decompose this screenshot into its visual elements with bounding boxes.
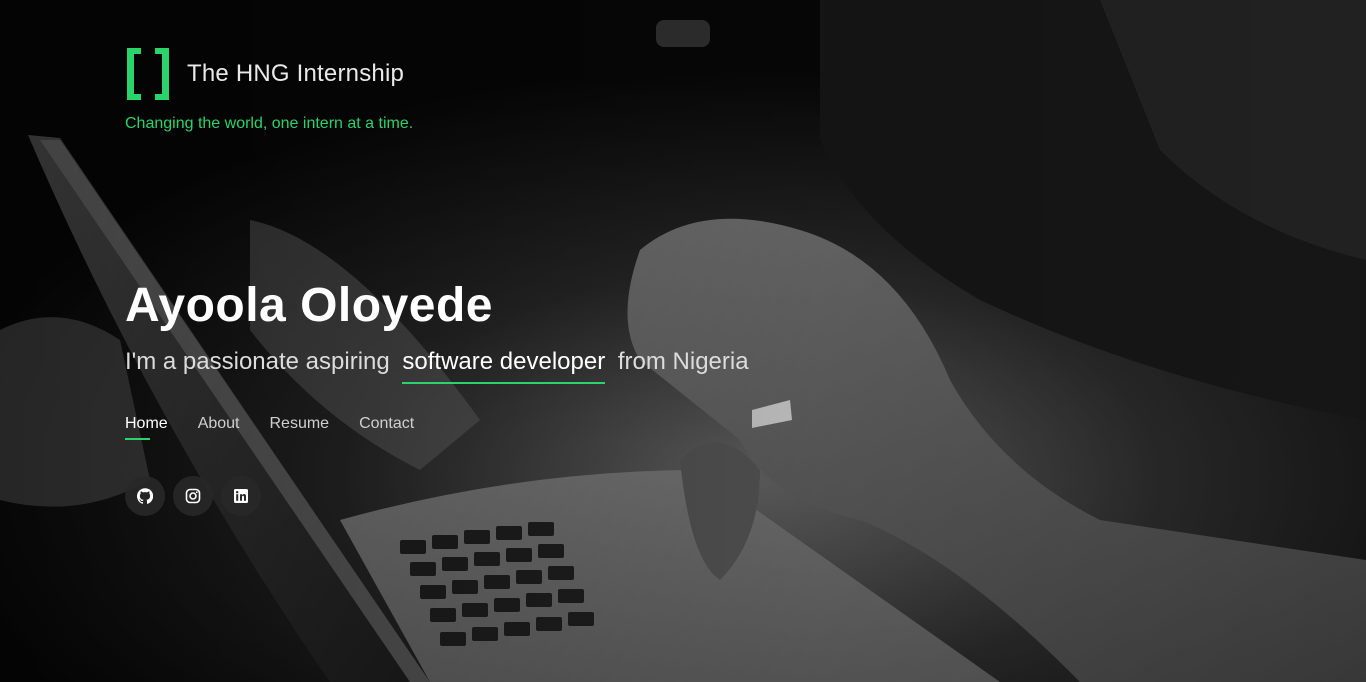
linkedin-icon: [234, 489, 248, 503]
hero-subtitle: I'm a passionate aspiring software devel…: [125, 348, 749, 384]
github-icon: [137, 488, 153, 504]
subtitle-text-after: from Nigeria: [617, 348, 749, 375]
brand-name: The HNG Internship: [187, 60, 405, 87]
github-link[interactable]: [125, 476, 165, 516]
instagram-icon: [185, 488, 201, 504]
linkedin-link[interactable]: [221, 476, 261, 516]
dark-overlay: [0, 0, 1366, 682]
nav-home[interactable]: Home: [125, 415, 168, 440]
nav-resume[interactable]: Resume: [270, 415, 330, 433]
hero-section: The HNG Internship Changing the world, o…: [0, 0, 1366, 682]
instagram-link[interactable]: [173, 476, 213, 516]
subtitle-highlight: software developer: [402, 348, 606, 384]
social-links: [125, 476, 261, 516]
page-title: Ayoola Oloyede: [125, 279, 493, 332]
main-nav: Home About Resume Contact: [125, 415, 414, 440]
brand[interactable]: The HNG Internship: [125, 46, 404, 102]
hng-logo-icon: [127, 48, 169, 100]
subtitle-text-before: I'm a passionate aspiring: [125, 348, 390, 375]
nav-about[interactable]: About: [198, 415, 240, 433]
top-handle[interactable]: [656, 20, 710, 47]
brand-tagline: Changing the world, one intern at a time…: [125, 115, 414, 132]
nav-contact[interactable]: Contact: [359, 415, 414, 433]
